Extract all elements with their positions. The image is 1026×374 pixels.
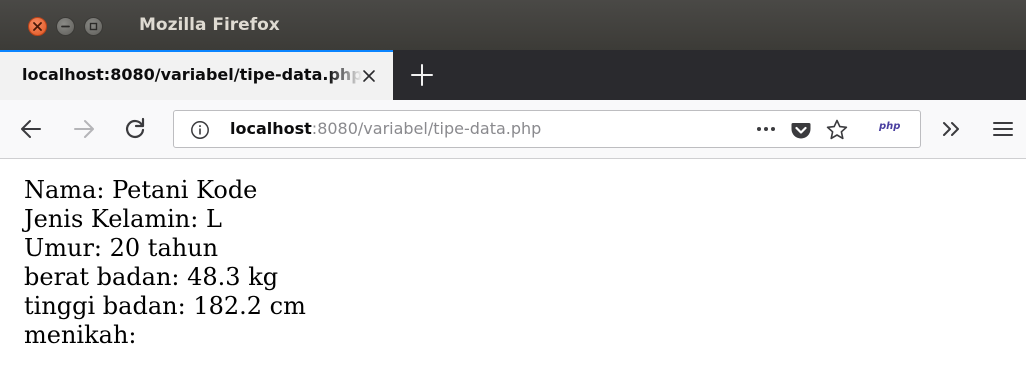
php-extension-icon[interactable]: php	[879, 121, 900, 132]
page-content: Nama: Petani Kode Jenis Kelamin: L Umur:…	[24, 176, 306, 350]
title-bar: Mozilla Firefox	[0, 0, 1026, 50]
url-text[interactable]: localhost:8080/variabel/tipe-data.php	[230, 118, 541, 140]
window-maximize-button[interactable]	[84, 17, 103, 36]
url-host: localhost	[230, 119, 312, 138]
page-actions-icon[interactable]	[756, 126, 776, 132]
window-close-button[interactable]	[28, 17, 47, 36]
info-icon[interactable]	[190, 120, 210, 140]
content-line-jenis-kelamin: Jenis Kelamin: L	[24, 205, 222, 233]
close-icon	[33, 22, 42, 31]
content-line-menikah: menikah:	[24, 321, 137, 349]
content-line-berat-badan: berat badan: 48.3 kg	[24, 263, 279, 291]
forward-arrow-icon[interactable]	[71, 116, 97, 142]
browser-window: Mozilla Firefox localhost:8080/variabel/…	[0, 0, 1026, 374]
tab-close-icon[interactable]	[360, 67, 378, 85]
reload-icon[interactable]	[122, 116, 148, 142]
pocket-icon[interactable]	[790, 119, 812, 141]
bookmark-star-icon[interactable]	[825, 118, 849, 142]
url-path: :8080/variabel/tipe-data.php	[311, 119, 542, 138]
minimize-icon	[61, 25, 70, 28]
menu-hamburger-icon[interactable]	[990, 116, 1016, 142]
content-line-umur: Umur: 20 tahun	[24, 234, 219, 262]
back-arrow-icon[interactable]	[18, 116, 44, 142]
maximize-icon	[89, 22, 98, 31]
window-minimize-button[interactable]	[56, 17, 75, 36]
url-bar[interactable]: localhost:8080/variabel/tipe-data.php ph…	[173, 110, 921, 148]
window-title: Mozilla Firefox	[139, 15, 280, 35]
overflow-chevron-icon[interactable]	[938, 116, 964, 142]
tab-active[interactable]: localhost:8080/variabel/tipe-data.php	[0, 50, 393, 100]
navigation-toolbar: localhost:8080/variabel/tipe-data.php ph…	[0, 100, 1026, 159]
content-line-tinggi-badan: tinggi badan: 182.2 cm	[24, 292, 306, 320]
content-line-nama: Nama: Petani Kode	[24, 176, 258, 204]
new-tab-icon[interactable]	[408, 61, 436, 89]
tab-label: localhost:8080/variabel/tipe-data.php	[22, 65, 362, 84]
tab-strip: localhost:8080/variabel/tipe-data.php	[0, 50, 1026, 100]
